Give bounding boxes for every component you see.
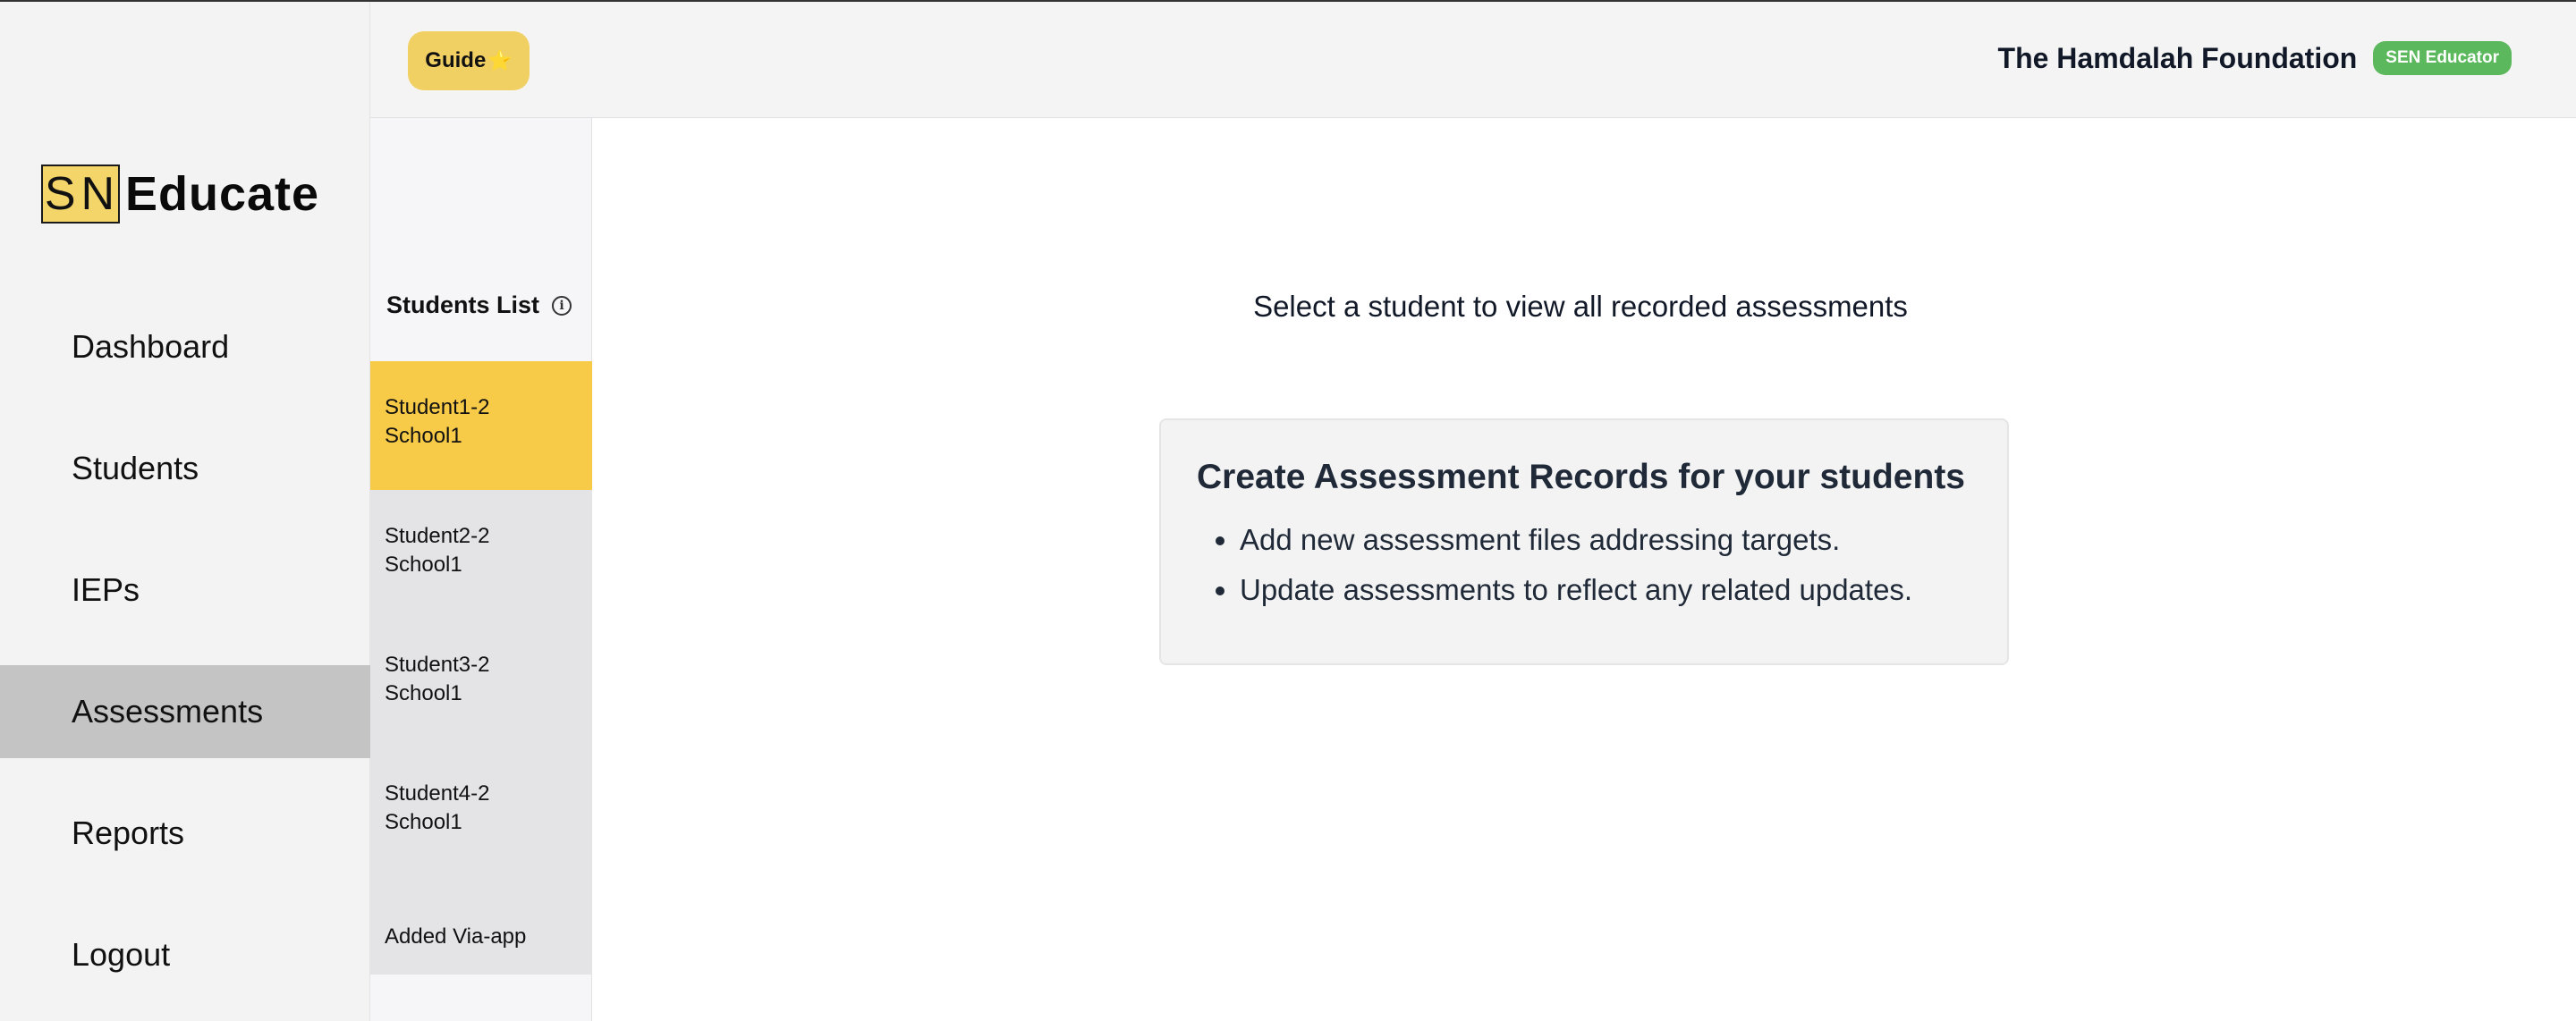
- student-name: Added Via-app: [385, 924, 527, 949]
- info-card: Create Assessment Records for your stude…: [1159, 418, 2009, 665]
- select-student-prompt: Select a student to view all recorded as…: [1253, 290, 1908, 323]
- nav-item-assessments[interactable]: Assessments: [0, 665, 370, 758]
- card-bullet: Update assessments to reflect any relate…: [1240, 565, 1971, 615]
- nav-item-dashboard[interactable]: Dashboard: [0, 300, 370, 393]
- top-header: Guide ⭐ The Hamdalah Foundation SEN Educa…: [370, 0, 2576, 118]
- guide-button[interactable]: Guide ⭐: [408, 31, 530, 90]
- logo-sn-box: SN: [41, 165, 120, 224]
- guide-button-label: Guide: [425, 48, 487, 72]
- student-name: Student2-2: [385, 524, 490, 548]
- top-border: [0, 0, 2576, 2]
- students-list-header: Students List i: [386, 291, 572, 319]
- organization-name: The Hamdalah Foundation: [1997, 41, 2358, 74]
- nav-item-students[interactable]: Students: [0, 422, 370, 515]
- student-item[interactable]: Student1-2 School1: [370, 361, 592, 490]
- logo-wordmark: Educate: [125, 167, 320, 221]
- main-content: Select a student to view all recorded as…: [592, 118, 2576, 1021]
- app-root: SN Educate Dashboard Students IEPs Asses…: [0, 0, 2576, 1021]
- students-list: Student1-2 School1 Student2-2 School1 St…: [370, 361, 592, 975]
- student-name: Student4-2: [385, 781, 490, 806]
- org-info: The Hamdalah Foundation SEN Educator: [1998, 41, 2512, 75]
- nav-item-ieps[interactable]: IEPs: [0, 544, 370, 637]
- student-school: School1: [385, 681, 462, 705]
- nav-item-logout[interactable]: Logout: [0, 908, 370, 1001]
- star-icon: ⭐: [487, 49, 513, 72]
- card-title: Create Assessment Records for your stude…: [1197, 458, 1965, 496]
- info-icon[interactable]: i: [552, 295, 572, 316]
- nav-item-reports[interactable]: Reports: [0, 787, 370, 880]
- app-logo[interactable]: SN Educate: [41, 165, 319, 224]
- student-item[interactable]: Student2-2 School1: [370, 490, 592, 619]
- role-badge: SEN Educator: [2373, 41, 2512, 75]
- main-nav: Dashboard Students IEPs Assessments Repo…: [0, 300, 370, 1021]
- students-panel: Students List i Student1-2 School1 Stude…: [370, 118, 592, 1021]
- student-school: School1: [385, 553, 462, 577]
- student-name: Student1-2: [385, 395, 490, 419]
- student-school: School1: [385, 424, 462, 448]
- student-item[interactable]: Added Via-app: [370, 876, 592, 975]
- student-name: Student3-2: [385, 653, 490, 677]
- card-bullet: Add new assessment files addressing targ…: [1240, 515, 1971, 565]
- students-list-title: Students List: [386, 291, 540, 318]
- sidebar: SN Educate Dashboard Students IEPs Asses…: [0, 0, 370, 1021]
- student-item[interactable]: Student3-2 School1: [370, 619, 592, 747]
- card-bullet-list: Add new assessment files addressing targ…: [1197, 515, 1971, 615]
- student-item[interactable]: Student4-2 School1: [370, 747, 592, 876]
- student-school: School1: [385, 810, 462, 834]
